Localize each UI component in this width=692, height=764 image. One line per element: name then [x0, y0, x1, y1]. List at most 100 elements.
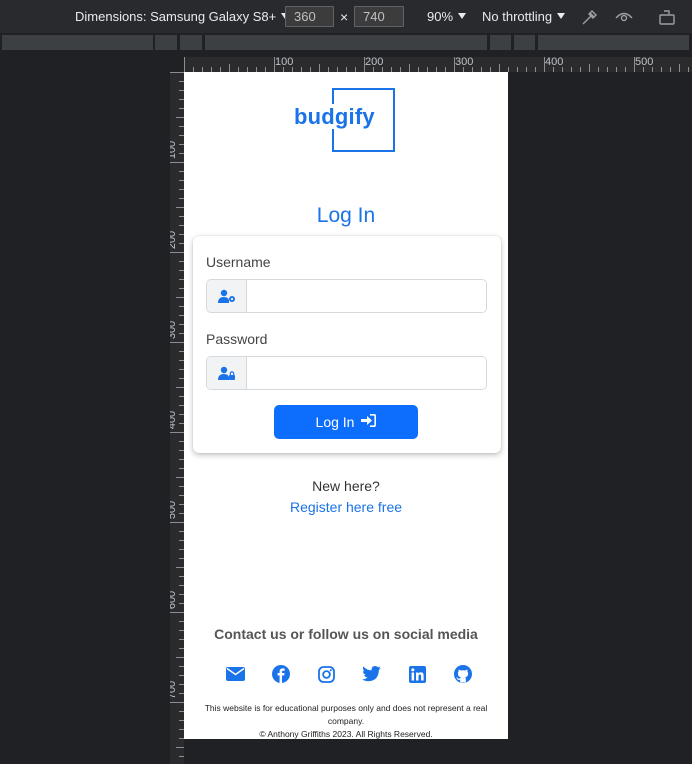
width-input[interactable]: 360 [285, 6, 334, 27]
eye-icon[interactable] [615, 0, 633, 33]
ruler-tick [562, 67, 563, 72]
media-segment[interactable] [538, 35, 689, 50]
media-query-bar [0, 33, 692, 51]
password-input-group [206, 356, 487, 390]
ruler-tick [517, 67, 518, 72]
ruler-tick [607, 67, 608, 72]
media-segment[interactable] [2, 35, 153, 50]
ruler-tick [176, 747, 184, 748]
logo-text: budgify [294, 104, 377, 129]
ruler-tick [598, 67, 599, 72]
ruler-tick [670, 67, 671, 72]
media-segment[interactable] [514, 35, 535, 50]
ruler-tick [571, 67, 572, 72]
ruler-tick [170, 612, 184, 613]
login-button-label: Log In [315, 414, 355, 430]
username-input-group [206, 279, 487, 313]
ruler-label: 600 [170, 590, 179, 610]
ruler-tick [229, 64, 230, 72]
ruler-label: 200 [365, 57, 384, 68]
ruler-tick [661, 67, 662, 72]
instagram-icon[interactable] [315, 663, 337, 685]
ruler-tick [526, 67, 527, 72]
ruler-tick [643, 67, 644, 72]
rotate-icon[interactable] [658, 0, 678, 33]
ruler-horizontal: 100 200 300 400 500 [184, 57, 692, 72]
ruler-tick [364, 57, 365, 72]
password-input[interactable] [247, 357, 486, 389]
device-viewport: budgify Log In Username Password Log In … [184, 72, 508, 739]
ruler-tick [274, 57, 275, 72]
ruler-tick [170, 72, 184, 73]
height-input[interactable]: 740 [354, 6, 404, 27]
media-segment[interactable] [155, 35, 177, 50]
zoom-label: 90% [427, 9, 454, 24]
chevron-down-icon [458, 12, 467, 19]
ruler-tick [176, 387, 184, 388]
zoom-selector[interactable]: 90% [427, 0, 467, 33]
device-toolbar: Dimensions: Samsung Galaxy S8+ 360 × 740… [0, 0, 692, 33]
ruler-tick [176, 567, 184, 568]
password-label: Password [206, 331, 268, 347]
throttling-selector[interactable]: No throttling [482, 0, 566, 33]
ruler-tick [535, 67, 536, 72]
media-segment[interactable] [180, 35, 202, 50]
ruler-vertical: 100 200 300 400 500 600 700 [170, 72, 184, 764]
budgify-logo[interactable]: budgify [294, 88, 397, 152]
ruler-label: 100 [275, 57, 294, 68]
ruler-tick [170, 252, 184, 253]
linkedin-icon[interactable] [406, 663, 428, 685]
login-card: Username Password Log In [193, 236, 501, 453]
ruler-tick [319, 64, 320, 72]
ruler-tick [176, 207, 184, 208]
chevron-down-icon [557, 12, 566, 19]
ruler-label: 500 [170, 500, 179, 520]
ruler-label: 500 [635, 57, 654, 68]
ruler-tick [553, 67, 554, 72]
social-links [224, 663, 474, 685]
eyedropper-icon[interactable] [581, 0, 599, 33]
device-selector[interactable]: Dimensions: Samsung Galaxy S8+ [75, 0, 290, 33]
ruler-tick [508, 67, 509, 72]
ruler-tick [170, 162, 184, 163]
ruler-tick [170, 702, 184, 703]
sign-in-icon [361, 414, 377, 430]
ruler-tick [688, 67, 689, 72]
media-segment[interactable] [205, 35, 487, 50]
login-button[interactable]: Log In [274, 405, 418, 439]
envelope-icon[interactable] [224, 663, 246, 685]
twitter-icon[interactable] [361, 663, 383, 685]
register-link[interactable]: Register here free [184, 499, 508, 515]
facebook-icon[interactable] [270, 663, 292, 685]
ruler-tick [499, 64, 500, 72]
ruler-label: 200 [170, 230, 179, 250]
ruler-tick [679, 64, 680, 72]
throttling-label: No throttling [482, 9, 553, 24]
copyright-text: © Anthony Griffiths 2023. All Rights Res… [259, 729, 433, 739]
ruler-tick [176, 117, 184, 118]
user-lock-icon [207, 357, 247, 389]
ruler-tick [589, 64, 590, 72]
ruler-label: 700 [170, 680, 179, 700]
github-icon[interactable] [452, 663, 474, 685]
ruler-tick [170, 342, 184, 343]
ruler-tick [544, 57, 545, 72]
ruler-label: 400 [545, 57, 564, 68]
ruler-tick [625, 67, 626, 72]
username-input[interactable] [247, 280, 486, 312]
device-label: Dimensions: Samsung Galaxy S8+ [75, 9, 277, 24]
ruler-tick [170, 432, 184, 433]
ruler-tick [179, 756, 184, 757]
ruler-label: 300 [170, 320, 179, 340]
footer-disclaimer: This website is for educational purposes… [194, 702, 498, 739]
times-sign: × [340, 8, 349, 25]
media-segment[interactable] [490, 35, 511, 50]
new-here-text: New here? [312, 478, 380, 494]
ruler-tick [184, 57, 185, 72]
ruler-tick [652, 67, 653, 72]
ruler-tick [616, 67, 617, 72]
ruler-tick [634, 57, 635, 72]
ruler-label: 400 [170, 410, 179, 430]
ruler-tick [454, 57, 455, 72]
ruler-tick [176, 477, 184, 478]
